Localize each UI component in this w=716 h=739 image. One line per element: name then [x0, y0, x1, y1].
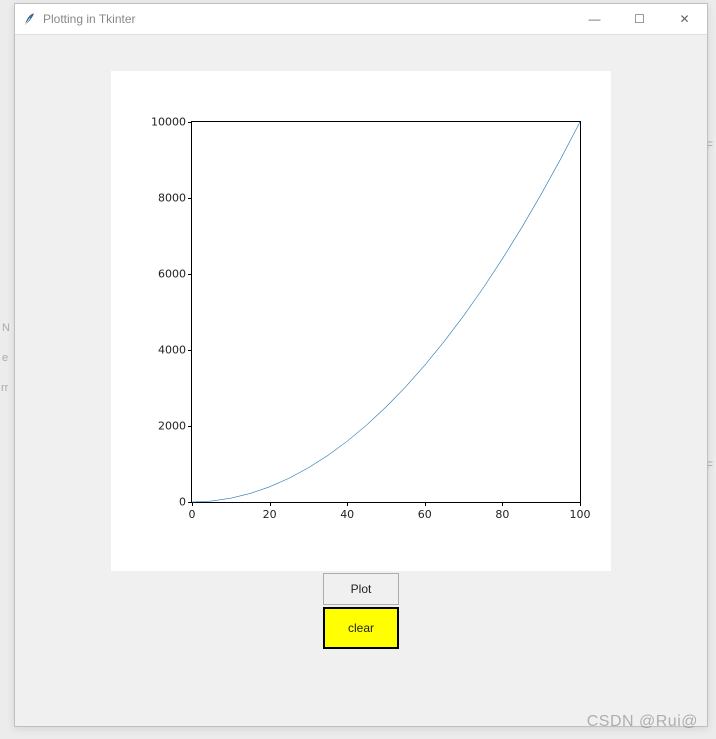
y-tick-label: 6000	[158, 268, 186, 281]
y-tick-label: 8000	[158, 192, 186, 205]
app-window: Plotting in Tkinter — ☐ ✕ 0 2000 4000 60…	[14, 3, 708, 727]
x-tick-label: 80	[495, 508, 509, 521]
titlebar[interactable]: Plotting in Tkinter — ☐ ✕	[15, 4, 707, 35]
bg-fragment: rr	[1, 382, 8, 394]
bg-fragment: e	[2, 352, 8, 364]
x-tick-label: 0	[189, 508, 196, 521]
minimize-button[interactable]: —	[572, 4, 617, 34]
close-button[interactable]: ✕	[662, 4, 707, 34]
y-tick-label: 2000	[158, 420, 186, 433]
y-tick-label: 10000	[151, 116, 186, 129]
chart-axes: 0 2000 4000 6000 8000 10000 0 20 40 60 8…	[191, 121, 581, 503]
x-tick-label: 40	[340, 508, 354, 521]
x-tick-label: 60	[418, 508, 432, 521]
window-title: Plotting in Tkinter	[43, 12, 136, 26]
x-tick-label: 20	[263, 508, 277, 521]
chart-line	[192, 122, 580, 502]
bg-fragment: N	[2, 322, 10, 334]
matplotlib-canvas: 0 2000 4000 6000 8000 10000 0 20 40 60 8…	[111, 71, 611, 571]
y-tick-label: 4000	[158, 344, 186, 357]
x-tick-label: 100	[570, 508, 591, 521]
clear-button[interactable]: clear	[323, 607, 399, 649]
button-stack: Plot clear	[323, 573, 399, 649]
maximize-button[interactable]: ☐	[617, 4, 662, 34]
watermark-text: CSDN @Rui@	[587, 713, 698, 731]
client-area: 0 2000 4000 6000 8000 10000 0 20 40 60 8…	[15, 35, 707, 726]
y-tick-label: 0	[179, 496, 186, 509]
plot-button[interactable]: Plot	[323, 573, 399, 605]
feather-icon	[23, 12, 37, 26]
